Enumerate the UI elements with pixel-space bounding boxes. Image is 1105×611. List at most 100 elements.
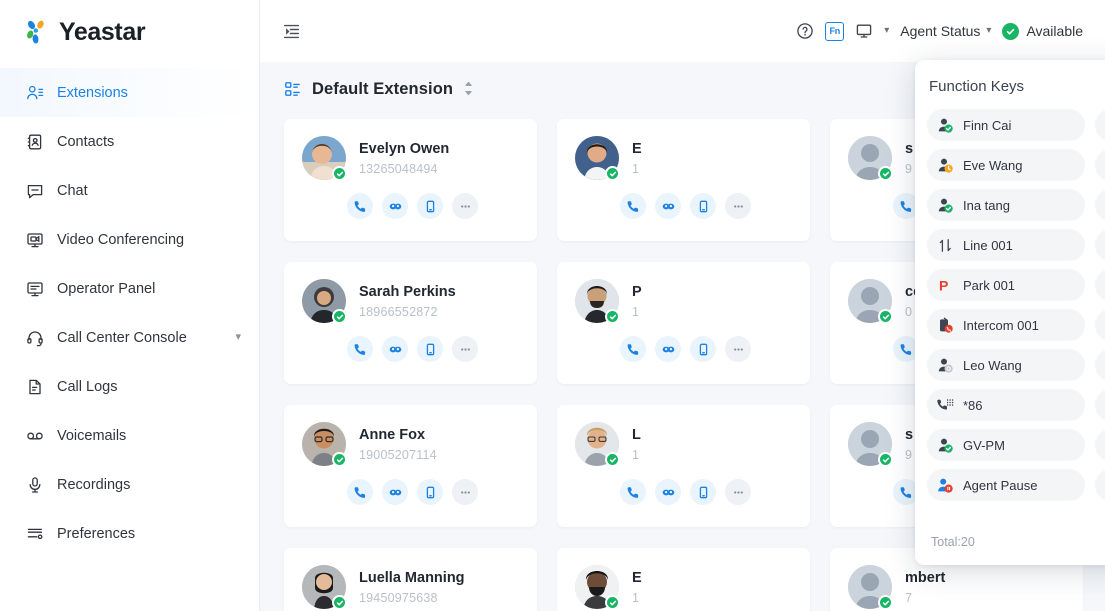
user-online-icon (937, 197, 954, 214)
more-button[interactable] (725, 193, 751, 219)
function-key-item[interactable]: Agent 001 (1095, 349, 1105, 381)
extension-card[interactable]: L 1 (557, 405, 810, 527)
function-key-item[interactable]: Billy Woods (1095, 109, 1105, 141)
sidebar-collapse-icon[interactable] (278, 18, 304, 44)
function-key-item[interactable]: *86 (927, 389, 1085, 421)
more-button[interactable] (452, 336, 478, 362)
chevron-down-icon: ▾ (986, 25, 992, 36)
extension-card[interactable]: E 1 (557, 119, 810, 241)
mobile-button[interactable] (690, 336, 716, 362)
card-actions (575, 193, 792, 219)
sidebar-item-operator-panel[interactable]: Operator Panel (0, 264, 259, 313)
sidebar-item-video-conferencing[interactable]: Video Conferencing (0, 215, 259, 264)
chat-button[interactable] (382, 336, 408, 362)
function-key-item[interactable]: Park-6000 (1095, 189, 1105, 221)
sidebar-item-preferences[interactable]: Preferences (0, 509, 259, 558)
extension-number: 13265048494 (359, 161, 438, 176)
call-button[interactable] (347, 193, 373, 219)
more-button[interactable] (725, 479, 751, 505)
function-key-label: Ina tang (963, 197, 1010, 213)
function-key-item[interactable]: Ina tang (927, 189, 1085, 221)
function-key-item[interactable]: Intercom 001 (927, 309, 1085, 341)
call-button[interactable] (620, 479, 646, 505)
app-root: Yeastar Extensions Contacts Chat Video C… (0, 0, 1105, 611)
function-key-item[interactable]: PPark 002 (1095, 269, 1105, 301)
total-count-label: Total:20 (931, 535, 975, 549)
sidebar-item-contacts[interactable]: Contacts (0, 117, 259, 166)
function-key-item[interactable]: Agent Login (1095, 229, 1105, 261)
function-key-label: *86 (963, 397, 983, 413)
mobile-button[interactable] (417, 193, 443, 219)
presence-online-badge (605, 595, 620, 610)
extension-card[interactable]: P 1 (557, 262, 810, 384)
function-key-item[interactable]: Finn Cai (927, 109, 1085, 141)
chat-button[interactable] (655, 336, 681, 362)
help-circle-icon[interactable] (796, 22, 814, 40)
mobile-button[interactable] (690, 193, 716, 219)
document-log-icon (26, 378, 44, 396)
sidebar-item-call-logs[interactable]: Call Logs (0, 362, 259, 411)
more-button[interactable] (452, 479, 478, 505)
sidebar-item-voicemails[interactable]: Voicemails (0, 411, 259, 460)
card-identity: s 9 (905, 140, 913, 175)
function-key-item[interactable]: Intercom 002 (1095, 309, 1105, 341)
chat-button[interactable] (382, 479, 408, 505)
fn-keys-icon[interactable]: Fn (825, 21, 845, 41)
mobile-button[interactable] (417, 336, 443, 362)
agent-status-dropdown[interactable]: Agent Status ▾ (900, 23, 991, 39)
chat-bubble-icon (26, 182, 44, 200)
mobile-button[interactable] (690, 479, 716, 505)
call-button[interactable] (620, 193, 646, 219)
sort-icon[interactable] (464, 81, 473, 98)
extension-card[interactable]: E 1 (557, 548, 810, 611)
sidebar-item-recordings[interactable]: Recordings (0, 460, 259, 509)
avatar (302, 279, 347, 324)
card-header: Luella Manning 19450975638 (302, 565, 519, 610)
function-key-item[interactable]: VM-Eve (1095, 149, 1105, 181)
user-online-icon (937, 117, 954, 134)
call-button[interactable] (347, 336, 373, 362)
line-arrows-icon (937, 237, 954, 254)
extension-name: P (632, 284, 642, 301)
extension-card[interactable]: Anne Fox 19005207114 (284, 405, 537, 527)
extension-card[interactable]: Evelyn Owen 13265048494 (284, 119, 537, 241)
device-chevron-down-icon[interactable]: ▾ (884, 26, 889, 36)
card-identity: mbert 7 (905, 569, 945, 604)
function-key-item[interactable]: Eve Wang (927, 149, 1085, 181)
sidebar-item-chat[interactable]: Chat (0, 166, 259, 215)
function-key-item[interactable]: Leo Wang (927, 349, 1085, 381)
grid-view-icon[interactable] (284, 81, 301, 98)
sidebar-item-extensions[interactable]: Extensions (0, 68, 259, 117)
chat-button[interactable] (382, 193, 408, 219)
availability-indicator[interactable]: Available (1002, 22, 1083, 40)
extension-name: Sarah Perkins (359, 284, 456, 301)
extension-number: 18966552872 (359, 304, 438, 319)
extension-card[interactable]: Luella Manning 19450975638 (284, 548, 537, 611)
more-button[interactable] (725, 336, 751, 362)
user-online-icon (937, 437, 954, 454)
avatar (848, 279, 893, 324)
more-button[interactable] (452, 193, 478, 219)
sidebar-item-label: Voicemails (57, 427, 127, 444)
function-key-item[interactable]: P Park 001 (927, 269, 1085, 301)
call-button[interactable] (620, 336, 646, 362)
chat-button[interactable] (655, 479, 681, 505)
user-away-icon (937, 157, 954, 174)
sidebar-item-label: Chat (57, 182, 88, 199)
function-key-item[interactable]: GV-PM (927, 429, 1085, 461)
function-key-item[interactable]: Line 001 (927, 229, 1085, 261)
sidebar-item-call-center-console[interactable]: Call Center Console ▾ (0, 313, 259, 362)
function-key-label: Line 001 (963, 237, 1013, 253)
card-identity: E 1 (632, 569, 642, 604)
extension-number: 9 (905, 161, 913, 176)
chat-button[interactable] (655, 193, 681, 219)
call-button[interactable] (347, 479, 373, 505)
chevron-down-icon[interactable]: ▾ (235, 332, 241, 343)
dialog-footer: Total:20 10 / Column ▾ (915, 519, 1105, 565)
card-identity: Luella Manning 19450975638 (359, 569, 465, 604)
monitor-icon[interactable] (855, 22, 873, 40)
extension-card[interactable]: Sarah Perkins 18966552872 (284, 262, 537, 384)
mobile-button[interactable] (417, 479, 443, 505)
function-key-item[interactable]: LDAP (1095, 389, 1105, 421)
function-key-item[interactable]: Agent Pause (927, 469, 1085, 501)
